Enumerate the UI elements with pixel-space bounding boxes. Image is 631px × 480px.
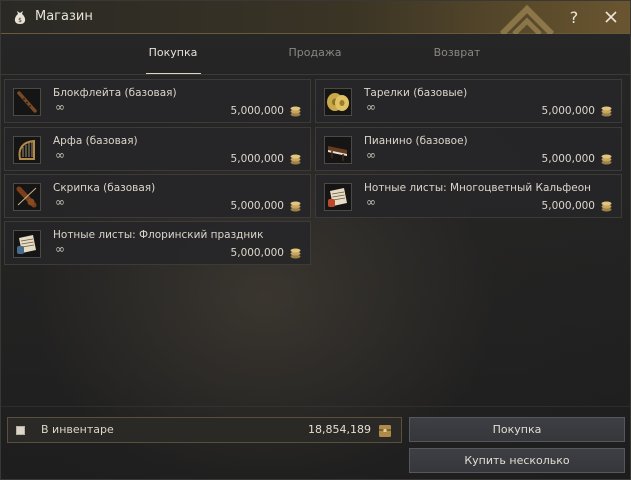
item-thumbnail <box>13 88 41 116</box>
recorder-icon <box>17 91 37 113</box>
item-quantity: ∞ <box>366 100 376 114</box>
item-price: 5,000,000 <box>230 247 284 259</box>
shop-item[interactable]: Пианино (базовое) ∞ 5,000,000 <box>315 127 622 171</box>
inventory-checkbox[interactable] <box>16 426 25 435</box>
item-quantity: ∞ <box>55 195 65 209</box>
silver-coin-icon <box>290 201 301 212</box>
sheet-music-icon <box>17 235 36 254</box>
shop-item[interactable]: Нотные листы: Флоринский праздник ∞ 5,00… <box>4 221 311 265</box>
item-name: Арфа (базовая) <box>53 135 138 147</box>
item-quantity: ∞ <box>366 148 376 162</box>
window-title: Магазин <box>35 9 93 24</box>
item-thumbnail <box>324 88 352 116</box>
shop-item[interactable]: Нотные листы: Многоцветный Кальфеон ∞ 5,… <box>315 174 622 218</box>
item-name: Тарелки (базовые) <box>364 87 468 99</box>
item-price: 5,000,000 <box>230 153 284 165</box>
tab-divider <box>1 74 630 75</box>
help-button[interactable]: ? <box>564 7 584 27</box>
silver-coin-icon <box>601 154 612 165</box>
shop-item[interactable]: Арфа (базовая) ∞ 5,000,000 <box>4 127 311 171</box>
item-thumbnail <box>13 230 41 258</box>
inventory-value: 18,854,189 <box>308 423 371 436</box>
violin-icon <box>16 186 37 208</box>
inventory-label: В инвентаре <box>41 423 114 436</box>
silver-coin-icon <box>290 248 301 259</box>
silver-coin-icon <box>601 201 612 212</box>
item-quantity: ∞ <box>55 148 65 162</box>
harp-icon <box>18 139 35 160</box>
item-quantity: ∞ <box>366 195 376 209</box>
shop-window: $ Магазин ? Покупка Продажа Возврат Блок… <box>0 0 631 480</box>
item-thumbnail <box>324 183 352 211</box>
footer-divider <box>1 406 630 407</box>
item-name: Блокфлейта (базовая) <box>53 87 177 99</box>
tab-sell[interactable]: Продажа <box>265 46 365 59</box>
title-ornament <box>499 4 555 34</box>
title-bar[interactable]: $ Магазин ? <box>1 1 630 34</box>
inventory-balance: В инвентаре 18,854,189 <box>7 417 402 443</box>
item-price: 5,000,000 <box>230 200 284 212</box>
silver-coin-icon <box>601 106 612 117</box>
item-name: Пианино (базовое) <box>364 135 468 147</box>
cymbals-icon <box>327 93 349 111</box>
buy-button[interactable]: Покупка <box>409 417 625 442</box>
close-icon <box>605 11 617 23</box>
money-bag-icon: $ <box>14 11 26 24</box>
item-quantity: ∞ <box>55 242 65 256</box>
item-price: 5,000,000 <box>541 153 595 165</box>
inventory-chest-icon <box>379 425 391 437</box>
shop-item[interactable]: Тарелки (базовые) ∞ 5,000,000 <box>315 79 622 123</box>
item-price: 5,000,000 <box>230 105 284 117</box>
item-name: Нотные листы: Флоринский праздник <box>53 229 264 241</box>
item-name: Скрипка (базовая) <box>53 182 156 194</box>
item-thumbnail <box>324 136 352 164</box>
item-price: 5,000,000 <box>541 200 595 212</box>
item-name: Нотные листы: Многоцветный Кальфеон <box>364 182 592 194</box>
close-button[interactable] <box>601 7 621 27</box>
shop-item[interactable]: Скрипка (базовая) ∞ 5,000,000 <box>4 174 311 218</box>
sheet-music-icon <box>328 188 347 207</box>
silver-coin-icon <box>290 154 301 165</box>
svg-text:$: $ <box>18 17 22 24</box>
tab-purchase[interactable]: Покупка <box>123 46 223 59</box>
silver-coin-icon <box>290 106 301 117</box>
tab-return[interactable]: Возврат <box>407 46 507 59</box>
item-quantity: ∞ <box>55 100 65 114</box>
tab-bar: Покупка Продажа Возврат <box>1 41 630 75</box>
help-icon: ? <box>569 7 579 27</box>
item-thumbnail <box>13 183 41 211</box>
shop-item[interactable]: Блокфлейта (базовая) ∞ 5,000,000 <box>4 79 311 123</box>
buy-multiple-button[interactable]: Купить несколько <box>409 448 625 473</box>
piano-icon <box>328 146 347 161</box>
item-thumbnail <box>13 136 41 164</box>
item-price: 5,000,000 <box>541 105 595 117</box>
